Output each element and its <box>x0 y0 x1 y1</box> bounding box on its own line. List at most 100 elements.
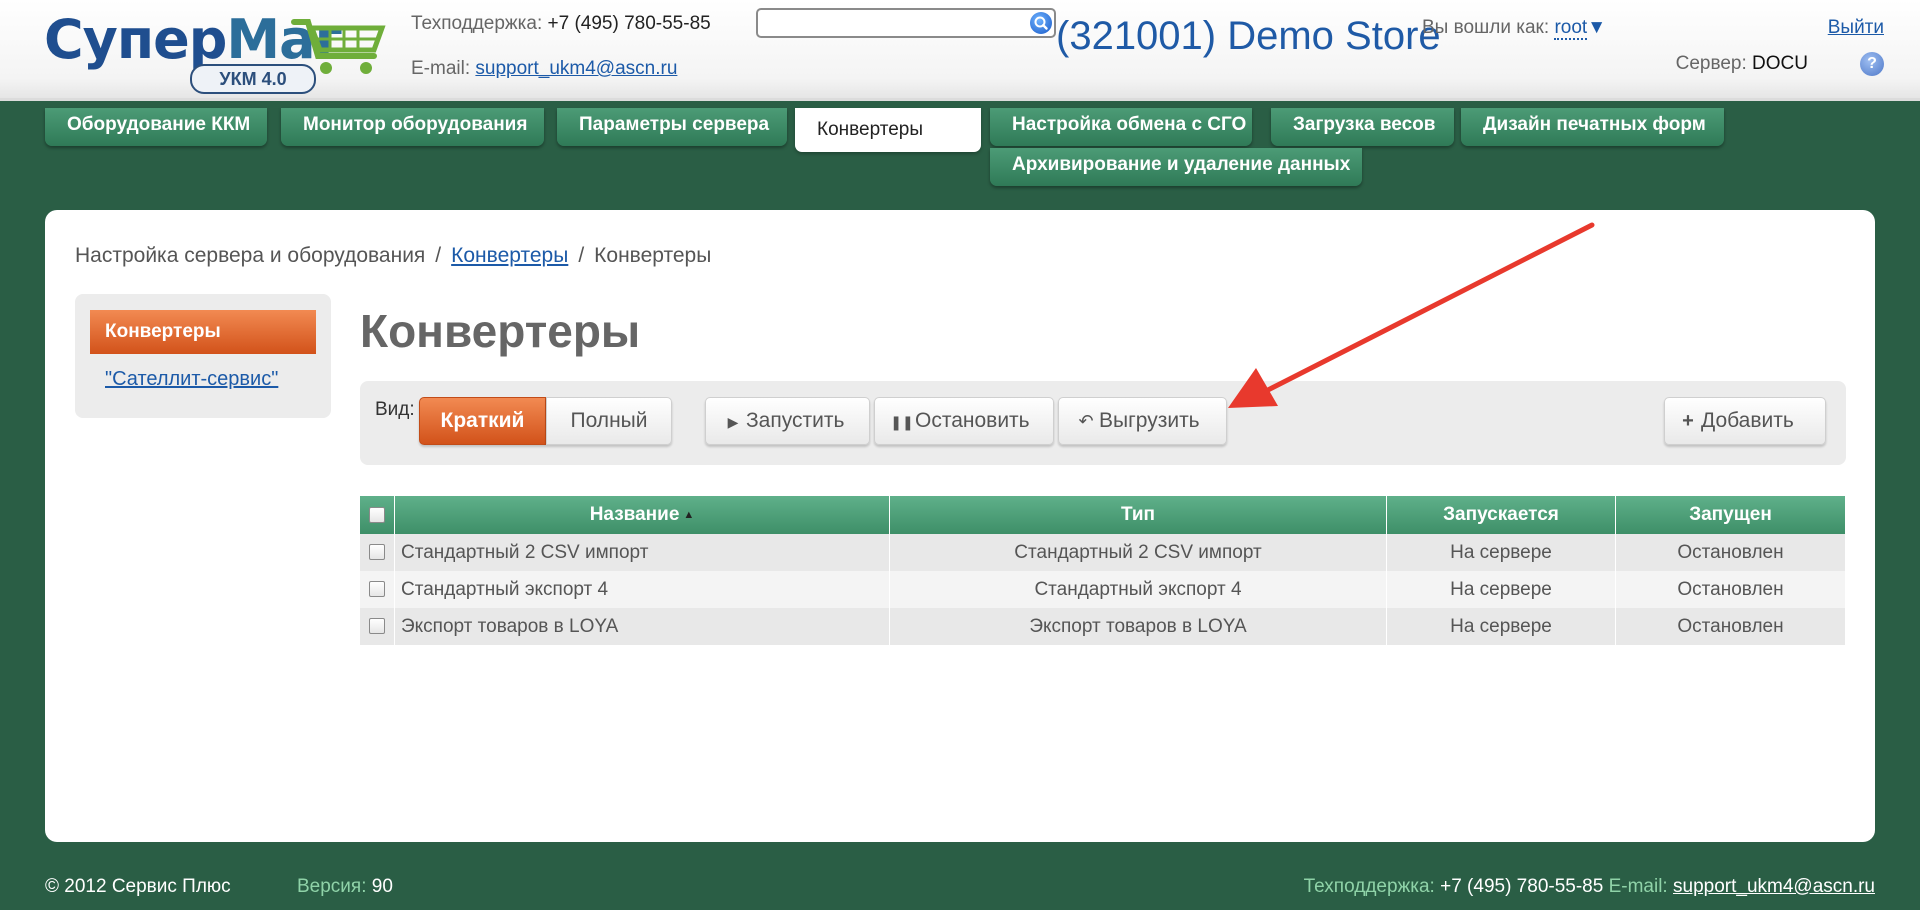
column-header-name[interactable]: Название ▲ <box>394 496 890 534</box>
sidebar-item-converters[interactable]: Конвертеры <box>90 310 316 354</box>
cell-status: Остановлен <box>1615 608 1846 645</box>
tab-label: Конвертеры <box>817 119 924 140</box>
row-select-cell <box>360 571 395 608</box>
table-row[interactable]: Стандартный 2 CSV импорт Стандартный 2 C… <box>360 534 1846 571</box>
support-phone: +7 (495) 780-55-85 <box>547 13 711 34</box>
column-header-status[interactable]: Запущен <box>1615 496 1846 534</box>
cell-type: Стандартный экспорт 4 <box>889 571 1387 608</box>
play-icon: ▶ <box>727 414 739 430</box>
table-row[interactable]: Стандартный экспорт 4 Стандартный экспор… <box>360 571 1846 608</box>
header-support-email: E-mail: support_ukm4@ascn.ru <box>411 58 677 80</box>
page-title: Конвертеры <box>360 305 641 357</box>
breadcrumb: Настройка сервера и оборудования / Конверт… <box>75 244 711 268</box>
start-label: Запустить <box>746 409 845 432</box>
select-all-checkbox[interactable] <box>369 506 385 523</box>
view-short-button[interactable]: Краткий <box>419 397 546 445</box>
footer-email-link[interactable]: support_ukm4@ascn.ru <box>1673 876 1875 897</box>
tab-kkm-equipment[interactable]: Оборудование ККМ <box>45 108 267 146</box>
app-header: СуперМаг УКМ 4.0 Техподдержка: +7 (495) … <box>0 0 1920 101</box>
version-value: 90 <box>371 876 393 897</box>
row-checkbox[interactable] <box>369 581 385 598</box>
tab-label: Монитор оборудования <box>303 114 528 135</box>
add-button[interactable]: + Добавить <box>1664 397 1826 445</box>
tab-label: Оборудование ККМ <box>67 114 251 135</box>
version-label: Версия: <box>297 876 367 897</box>
tab-sgo-exchange[interactable]: Настройка обмена с СГО <box>990 108 1252 146</box>
tab-label: Параметры сервера <box>579 114 770 135</box>
tab-server-params[interactable]: Параметры сервера <box>557 108 787 146</box>
export-button[interactable]: ↶ Выгрузить <box>1058 397 1227 445</box>
row-checkbox[interactable] <box>369 544 385 561</box>
column-runs-label: Запускается <box>1443 504 1559 525</box>
sidebar-item-satellite-service[interactable]: "Сателлит-сервис" <box>105 368 278 391</box>
footer-email-label: E-mail: <box>1608 876 1668 897</box>
header-support-phone: Техподдержка: +7 (495) 780-55-85 <box>411 13 711 35</box>
breadcrumb-link-converters[interactable]: Конвертеры <box>451 244 568 267</box>
cell-type: Экспорт товаров в LOYA <box>889 608 1387 645</box>
cell-status: Остановлен <box>1615 534 1846 571</box>
tab-archive[interactable]: Архивирование и удаление данных <box>990 148 1362 186</box>
view-short-label: Краткий <box>440 409 525 432</box>
tab-label: Архивирование и удаление данных <box>1012 154 1351 175</box>
plus-icon: + <box>1682 410 1694 432</box>
supermag-logo[interactable]: СуперМаг УКМ 4.0 <box>44 8 386 94</box>
column-type-label: Тип <box>1120 504 1156 525</box>
email-label: E-mail: <box>411 58 471 79</box>
column-header-runs[interactable]: Запускается <box>1386 496 1616 534</box>
chevron-down-icon[interactable]: ▼ <box>1587 17 1606 38</box>
tab-label: Загрузка весов <box>1293 114 1436 135</box>
tab-converters[interactable]: Конвертеры <box>795 108 981 152</box>
stop-button[interactable]: ❚❚Остановить <box>874 397 1054 445</box>
tab-print-forms[interactable]: Дизайн печатных форм <box>1461 108 1724 146</box>
left-sidebar: Конвертеры "Сателлит-сервис" <box>75 294 331 418</box>
tab-label: Настройка обмена с СГО <box>1012 114 1247 135</box>
server-label: Сервер: <box>1675 53 1747 74</box>
cell-name: Стандартный экспорт 4 <box>394 571 890 608</box>
breadcrumb-item-current: Конвертеры <box>594 244 712 267</box>
cell-runs: На сервере <box>1386 571 1616 608</box>
pause-icon: ❚❚ <box>890 414 914 430</box>
footer-version: Версия: 90 <box>297 876 393 898</box>
logout-link[interactable]: Выйти <box>1828 17 1884 39</box>
view-full-button[interactable]: Полный <box>546 397 672 445</box>
footer-support: Техподдержка: +7 (495) 780-55-85 E-mail:… <box>1304 876 1875 898</box>
view-label: Вид: <box>375 399 415 420</box>
help-icon[interactable]: ? <box>1860 52 1884 76</box>
breadcrumb-separator: / <box>578 244 585 267</box>
toolbar: Вид: Краткий Полный ▶ Запустить ❚❚Останов… <box>360 381 1846 465</box>
export-label: Выгрузить <box>1099 409 1200 432</box>
search-icon[interactable] <box>1030 12 1052 34</box>
cell-runs: На сервере <box>1386 608 1616 645</box>
stop-label: Остановить <box>915 409 1030 432</box>
add-label: Добавить <box>1701 409 1794 432</box>
cell-name: Стандартный 2 CSV импорт <box>394 534 890 571</box>
store-title: (321001) Demo Store <box>1056 14 1441 58</box>
server-info: Сервер: DOCU <box>1676 53 1808 75</box>
start-button[interactable]: ▶ Запустить <box>705 397 870 445</box>
tab-equipment-monitor[interactable]: Монитор оборудования <box>281 108 544 146</box>
row-select-cell <box>360 534 395 571</box>
magnifier-glyph <box>1034 16 1048 30</box>
table-row[interactable]: Экспорт товаров в LOYA Экспорт товаров в… <box>360 608 1846 645</box>
support-label: Техподдержка: <box>411 13 543 34</box>
copyright-text: © 2012 Сервис Плюс <box>45 876 231 897</box>
user-menu[interactable]: root <box>1554 17 1588 40</box>
column-header-type[interactable]: Тип <box>889 496 1387 534</box>
support-email-link[interactable]: support_ukm4@ascn.ru <box>475 58 677 79</box>
tab-scales-load[interactable]: Загрузка весов <box>1271 108 1454 146</box>
server-name: DOCU <box>1752 53 1808 74</box>
sort-asc-icon: ▲ <box>683 509 695 521</box>
footer-copyright: © 2012 Сервис Плюс <box>45 876 231 898</box>
undo-icon: ↶ <box>1078 411 1094 431</box>
column-status-label: Запущен <box>1689 504 1772 525</box>
converters-table: Название ▲ Тип Запускается Запущен Станда… <box>360 496 1846 645</box>
logo-badge: УКМ 4.0 <box>190 64 316 94</box>
row-checkbox[interactable] <box>369 618 385 635</box>
logged-in-user: Вы вошли как: root▼ <box>1421 17 1606 40</box>
logo-word-a: Супер <box>44 8 227 71</box>
cell-status: Остановлен <box>1615 571 1846 608</box>
column-name-label: Название <box>589 504 680 525</box>
search-input[interactable] <box>756 8 1056 38</box>
logged-in-label: Вы вошли как: <box>1421 17 1550 38</box>
footer-support-phone: +7 (495) 780-55-85 <box>1440 876 1604 897</box>
